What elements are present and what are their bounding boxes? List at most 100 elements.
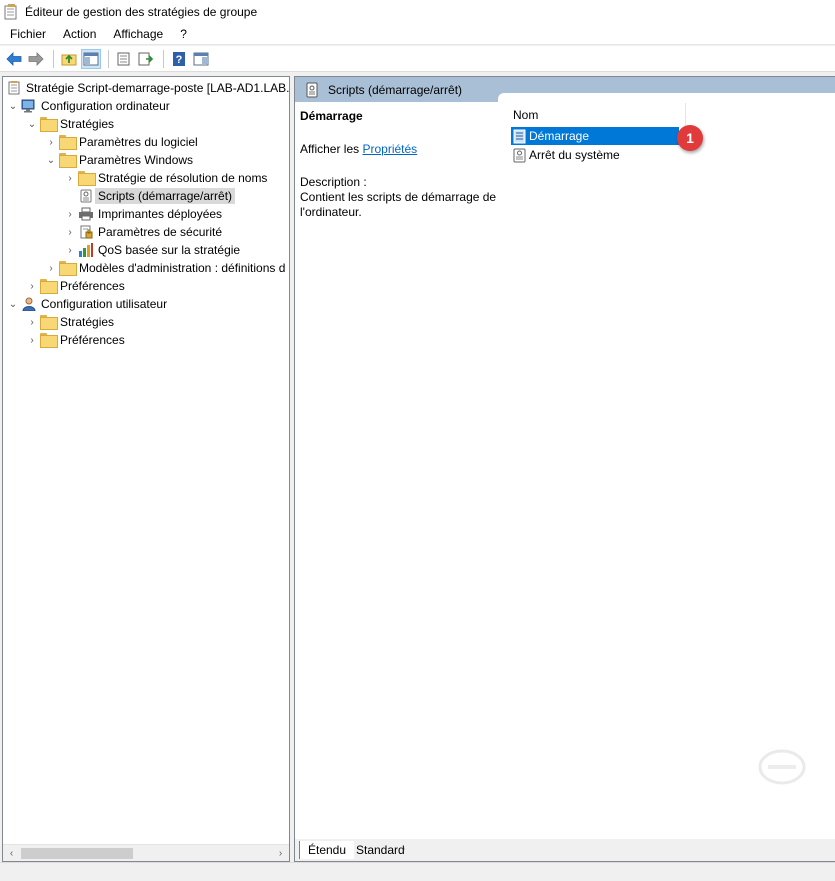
show-hide-action-pane-icon[interactable] xyxy=(191,49,211,69)
tree-label: QoS basée sur la stratégie xyxy=(98,243,241,257)
script-icon xyxy=(78,189,94,203)
chevron-down-icon[interactable]: ⌄ xyxy=(43,151,59,169)
tree-item-strategies[interactable]: ⌄ Stratégies xyxy=(24,115,114,133)
menu-help[interactable]: ? xyxy=(170,25,194,44)
forward-arrow-icon[interactable] xyxy=(26,49,46,69)
tree-label: Paramètres du logiciel xyxy=(79,135,198,149)
watermark-logo xyxy=(758,747,806,787)
folder-icon xyxy=(40,279,56,293)
list-item-label: Arrêt du système xyxy=(529,148,620,162)
description-panel: Démarrage Afficher les Propriétés Descri… xyxy=(300,109,505,220)
scroll-right-icon[interactable]: › xyxy=(272,845,289,861)
tree-label: Préférences xyxy=(60,279,125,293)
back-arrow-icon[interactable] xyxy=(4,49,24,69)
properties-link[interactable]: Propriétés xyxy=(362,142,417,156)
horizontal-scrollbar[interactable]: ‹ › xyxy=(3,844,289,861)
script-icon xyxy=(305,82,319,98)
tree-label: Préférences xyxy=(60,333,125,347)
tab-divider xyxy=(403,847,405,853)
tree-item-modeles-admin[interactable]: › Modèles d'administration : définitions… xyxy=(43,259,285,277)
tree-item-parametres-logiciel[interactable]: › Paramètres du logiciel xyxy=(43,133,198,151)
chevron-right-icon[interactable]: › xyxy=(43,133,59,151)
chevron-right-icon[interactable]: › xyxy=(62,241,78,259)
tree-label: Paramètres Windows xyxy=(79,153,194,167)
menu-action[interactable]: Action xyxy=(53,25,103,44)
tree-item-parametres-windows[interactable]: ⌄ Paramètres Windows xyxy=(43,151,193,169)
show-hide-tree-icon[interactable] xyxy=(81,48,101,69)
menu-affichage[interactable]: Affichage xyxy=(103,25,170,44)
details-header-title: Scripts (démarrage/arrêt) xyxy=(328,82,463,97)
chevron-right-icon[interactable]: › xyxy=(62,223,78,241)
tree-item-user-preferences[interactable]: › Préférences xyxy=(24,331,125,349)
chevron-right-icon[interactable]: › xyxy=(24,331,40,349)
tree-label: Paramètres de sécurité xyxy=(98,225,223,239)
toolbar-separator xyxy=(108,49,109,68)
tree-label: Stratégies xyxy=(60,315,115,329)
header-curve xyxy=(498,93,835,102)
tree-item-resolution-noms[interactable]: › Stratégie de résolution de noms xyxy=(62,169,267,187)
svg-text:?: ? xyxy=(176,54,183,66)
tree-item-scripts[interactable]: Scripts (démarrage/arrêt) xyxy=(62,187,236,205)
tree-item-preferences[interactable]: › Préférences xyxy=(24,277,125,295)
toolbar: ? xyxy=(0,46,835,72)
chevron-right-icon[interactable]: › xyxy=(62,169,78,187)
chevron-right-icon[interactable]: › xyxy=(43,259,59,277)
tree-item-configuration-utilisateur[interactable]: ⌄ Configuration utilisateur xyxy=(5,295,167,313)
view-tabs: Étendu Standard xyxy=(295,839,835,861)
toolbar-separator xyxy=(53,49,54,68)
folder-icon xyxy=(78,171,94,185)
tree-item-securite[interactable]: › Paramètres de sécurité xyxy=(62,223,222,241)
folder-icon xyxy=(59,135,75,149)
tree-item-qos[interactable]: › QoS basée sur la stratégie xyxy=(62,241,240,259)
step-badge: 1 xyxy=(677,125,703,151)
status-bar xyxy=(0,862,835,881)
chevron-right-icon[interactable]: › xyxy=(62,205,78,223)
menu-fichier[interactable]: Fichier xyxy=(0,25,53,44)
tree-label: Configuration utilisateur xyxy=(41,297,168,311)
tree-label: Stratégies xyxy=(60,117,115,131)
folder-icon xyxy=(59,261,75,275)
chevron-right-icon[interactable]: › xyxy=(24,277,40,295)
tree-label: Modèles d'administration : définitions d xyxy=(79,261,286,275)
tree-label: Scripts (démarrage/arrêt) xyxy=(95,188,236,204)
title-bar: Éditeur de gestion des stratégies de gro… xyxy=(0,0,835,24)
show-properties-row: Afficher les Propriétés xyxy=(300,142,505,157)
tab-divider xyxy=(343,847,345,853)
folder-icon xyxy=(40,333,56,347)
chevron-down-icon[interactable]: ⌄ xyxy=(5,97,21,115)
printer-icon xyxy=(78,207,94,221)
chevron-down-icon[interactable]: ⌄ xyxy=(24,115,40,133)
scroll-left-icon[interactable]: ‹ xyxy=(3,845,20,861)
computer-icon xyxy=(21,99,37,113)
tab-etendu[interactable]: Étendu xyxy=(299,841,355,859)
list-item-demarrage[interactable]: Démarrage xyxy=(511,127,679,145)
user-icon xyxy=(21,297,37,312)
details-pane: Scripts (démarrage/arrêt) Démarrage Affi… xyxy=(294,76,835,862)
description-label: Description : xyxy=(300,175,367,189)
tree-root[interactable]: Stratégie Script-demarrage-poste [LAB-AD… xyxy=(6,79,289,97)
tree-item-imprimantes[interactable]: › Imprimantes déployées xyxy=(62,205,222,223)
folder-icon xyxy=(40,117,56,131)
list-item-label: Démarrage xyxy=(529,129,590,143)
help-icon[interactable]: ? xyxy=(169,49,189,69)
tree-label: Configuration ordinateur xyxy=(41,99,170,113)
chevron-right-icon[interactable]: › xyxy=(24,313,40,331)
chevron-down-icon[interactable]: ⌄ xyxy=(5,295,21,313)
list-item-arret[interactable]: Arrêt du système xyxy=(511,146,679,164)
script-icon xyxy=(513,129,526,144)
tree-item-configuration-ordinateur[interactable]: ⌄ Configuration ordinateur xyxy=(5,97,170,115)
security-icon xyxy=(78,225,94,239)
scrollbar-thumb[interactable] xyxy=(21,848,133,859)
console-tree[interactable]: Stratégie Script-demarrage-poste [LAB-AD… xyxy=(2,76,290,862)
export-list-icon[interactable] xyxy=(136,49,156,69)
policy-document-icon xyxy=(6,81,22,95)
properties-icon[interactable] xyxy=(114,49,134,69)
toolbar-separator xyxy=(163,49,164,68)
section-title: Démarrage xyxy=(300,109,363,123)
up-folder-icon[interactable] xyxy=(59,49,79,69)
column-header-nom[interactable]: Nom xyxy=(508,103,686,127)
window-title: Éditeur de gestion des stratégies de gro… xyxy=(25,5,258,19)
policy-editor-icon xyxy=(4,4,18,20)
tree-item-user-strategies[interactable]: › Stratégies xyxy=(24,313,114,331)
tree-label: Imprimantes déployées xyxy=(98,207,223,221)
